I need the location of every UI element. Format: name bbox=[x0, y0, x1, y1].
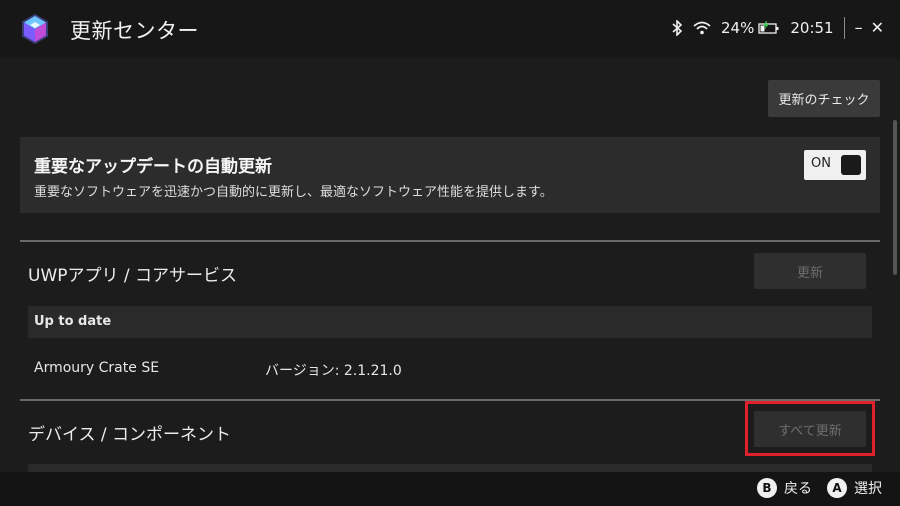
update-center-window: 更新センター 24% 20:51 – ✕ 更新のチェック 重要なアップデートの自… bbox=[0, 0, 900, 506]
armoury-crate-logo-icon bbox=[22, 14, 48, 44]
check-updates-button[interactable]: 更新のチェック bbox=[768, 80, 880, 117]
section-title-uwp: UWPアプリ / コアサービス bbox=[28, 266, 238, 286]
section-title-devices: デバイス / コンポーネント bbox=[28, 425, 232, 445]
content-area: 更新のチェック 重要なアップデートの自動更新 重要なソフトウェアを迅速かつ自動的… bbox=[0, 58, 900, 472]
update-button[interactable]: 更新 bbox=[754, 253, 866, 289]
wifi-icon bbox=[693, 21, 711, 35]
section-divider bbox=[20, 240, 880, 242]
status-text: Up to date bbox=[34, 314, 112, 329]
battery-charging-icon bbox=[758, 21, 779, 34]
status-row: Up to date bbox=[28, 306, 872, 338]
controller-hint-bar: B 戻る A 選択 bbox=[0, 472, 900, 506]
toggle-label: ON bbox=[811, 156, 831, 171]
title-bar: 更新センター 24% 20:51 – ✕ bbox=[0, 0, 900, 58]
scrollbar[interactable] bbox=[893, 120, 897, 275]
auto-update-toggle[interactable]: ON bbox=[804, 150, 866, 180]
toggle-knob bbox=[841, 155, 861, 175]
list-item bbox=[28, 464, 872, 472]
back-hint[interactable]: B 戻る bbox=[757, 478, 812, 498]
highlight-annotation bbox=[745, 401, 875, 456]
select-label: 選択 bbox=[854, 481, 882, 497]
window-title: 更新センター bbox=[70, 19, 199, 43]
status-tray: 24% 20:51 – ✕ bbox=[671, 17, 892, 39]
auto-update-title: 重要なアップデートの自動更新 bbox=[34, 157, 272, 177]
a-button-icon: A bbox=[827, 478, 847, 498]
battery-percentage: 24% bbox=[721, 19, 755, 37]
minimize-button[interactable]: – bbox=[855, 20, 863, 36]
tray-divider bbox=[843, 17, 845, 39]
auto-update-card: 重要なアップデートの自動更新 重要なソフトウェアを迅速かつ自動的に更新し、最適な… bbox=[20, 137, 880, 213]
auto-update-description: 重要なソフトウェアを迅速かつ自動的に更新し、最適なソフトウェア性能を提供します。 bbox=[34, 185, 553, 200]
bluetooth-icon bbox=[672, 20, 683, 36]
b-button-icon: B bbox=[757, 478, 777, 498]
app-version: バージョン: 2.1.21.0 bbox=[265, 363, 402, 379]
app-name: Armoury Crate SE bbox=[34, 360, 160, 376]
back-label: 戻る bbox=[784, 481, 812, 497]
select-hint[interactable]: A 選択 bbox=[827, 478, 882, 498]
close-button[interactable]: ✕ bbox=[871, 20, 884, 36]
clock: 20:51 bbox=[790, 19, 834, 37]
